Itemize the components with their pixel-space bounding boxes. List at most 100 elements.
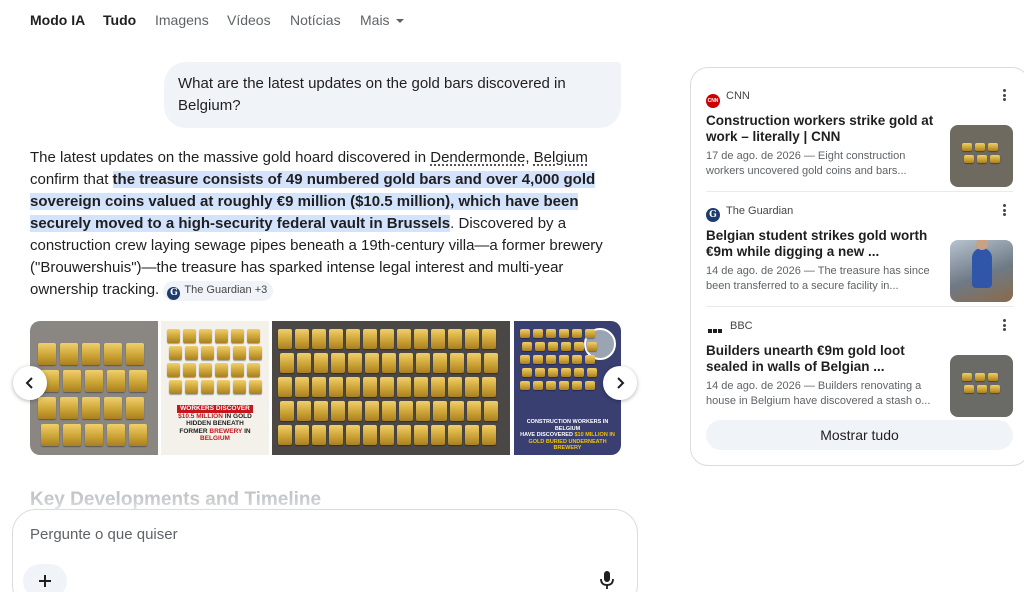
user-query-text: What are the latest updates on the gold … (178, 75, 566, 114)
gold-bar-shape (346, 377, 360, 397)
gold-bar-shape (546, 329, 556, 338)
gold-bar-shape (297, 353, 311, 373)
more-vert-icon[interactable] (998, 318, 1010, 334)
caption-line-4b: BREWERY (209, 427, 243, 435)
source-chip[interactable]: G The Guardian +3 (163, 281, 274, 301)
publisher-name: The Guardian (726, 205, 794, 217)
gold-bar-shape (312, 329, 326, 349)
voice-input-button[interactable] (593, 566, 621, 592)
gold-bar-shape (482, 329, 496, 349)
source-card-guardian[interactable]: G The Guardian Belgian student strikes go… (691, 191, 1024, 306)
caption-line-2: $10.5 MILLION (178, 412, 223, 420)
gold-bar-shape (247, 329, 260, 343)
gold-bar-shape (82, 343, 100, 365)
gold-bar-shape (217, 380, 230, 394)
answer-comma: , (525, 149, 534, 166)
show-all-button[interactable]: Mostrar tudo (706, 420, 1013, 450)
carousel-next-button[interactable] (603, 366, 637, 400)
gold-bar-shape (233, 380, 246, 394)
answer-text-1: The latest updates on the massive gold h… (30, 149, 431, 166)
gold-bar-shape (231, 363, 244, 377)
sources-panel: CNN CNN Construction workers strike gold … (690, 67, 1024, 466)
gold-bar-shape (414, 377, 428, 397)
place-link-belgium[interactable]: Belgium (534, 149, 588, 166)
gold-bar-shape (63, 424, 81, 446)
gold-bar-shape (561, 342, 571, 351)
plus-icon (39, 575, 51, 587)
gold-bar-shape (169, 380, 182, 394)
gold-bars-image-1[interactable] (30, 321, 158, 455)
more-vert-icon[interactable] (998, 203, 1010, 219)
gold-bar-shape (85, 370, 103, 392)
gold-bar-shape (363, 425, 377, 445)
gold-bar-shape (990, 385, 1000, 393)
gold-bar-shape (522, 368, 532, 377)
add-attachment-button[interactable] (23, 564, 67, 592)
image-2-caption: WORKERS DISCOVER $10.5 MILLION IN GOLD H… (161, 405, 269, 443)
source-title[interactable]: Belgian student strikes gold worth €9m w… (706, 228, 934, 260)
gold-bar-shape (329, 377, 343, 397)
gold-bar-shape (380, 329, 394, 349)
tab-images[interactable]: Imagens (155, 12, 209, 28)
caption-line-1: WORKERS DISCOVER (177, 405, 253, 413)
gold-bar-shape (201, 380, 214, 394)
gold-bar-shape (107, 370, 125, 392)
gold-bar-shape (63, 370, 81, 392)
tab-more[interactable]: Mais (360, 12, 404, 28)
source-card-cnn[interactable]: CNN CNN Construction workers strike gold … (691, 76, 1024, 191)
gold-bar-shape (199, 363, 212, 377)
gold-bar-shape (82, 397, 100, 419)
gold-bar-shape (104, 397, 122, 419)
source-thumbnail[interactable] (950, 355, 1013, 417)
gold-bar-shape (278, 329, 292, 349)
gold-bar-shape (331, 401, 345, 421)
tab-videos[interactable]: Vídeos (227, 12, 271, 28)
more-vert-icon[interactable] (998, 88, 1010, 104)
gold-bar-shape (465, 425, 479, 445)
prompt-input[interactable] (30, 526, 530, 543)
gold-bar-shape (126, 343, 144, 365)
gold-bar-shape (215, 329, 228, 343)
gold-bar-shape (314, 353, 328, 373)
gold-bar-shape (312, 377, 326, 397)
cnn-logo-icon: CNN (706, 94, 720, 108)
tab-ai-mode[interactable]: Modo IA (30, 12, 85, 28)
gold-bars-image-3[interactable] (272, 321, 510, 455)
source-publisher: BBC (706, 320, 753, 338)
tab-all[interactable]: Tudo (103, 12, 136, 28)
source-thumbnail[interactable] (950, 240, 1013, 302)
source-snippet: 14 de ago. de 2026 — The treasure has si… (706, 265, 930, 292)
place-link-dendermonde[interactable]: Dendermonde (430, 149, 525, 166)
gold-bar-shape (231, 329, 244, 343)
caption-4-line-3: GOLD BURIED UNDERNEATH BREWERY (528, 438, 607, 452)
gold-bar-shape (38, 343, 56, 365)
gold-bar-shape (433, 401, 447, 421)
gold-bar-shape (964, 385, 974, 393)
carousel-prev-button[interactable] (13, 366, 47, 400)
source-publisher: G The Guardian (706, 205, 793, 222)
gold-bar-shape (346, 329, 360, 349)
source-title[interactable]: Construction workers strike gold at work… (706, 113, 934, 145)
gold-bar-shape (363, 377, 377, 397)
gold-bar-shape (107, 424, 125, 446)
gold-bar-shape (380, 377, 394, 397)
section-heading-key-developments: Key Developments and Timeline (30, 489, 322, 510)
gold-bar-shape (382, 401, 396, 421)
tab-news[interactable]: Notícias (290, 12, 341, 28)
gold-bar-shape (482, 377, 496, 397)
gold-bar-shape (382, 353, 396, 373)
gold-bar-shape (431, 377, 445, 397)
gold-bar-shape (295, 377, 309, 397)
gold-bar-shape (975, 143, 985, 151)
source-thumbnail[interactable] (950, 125, 1013, 187)
gold-bars-news-image-2[interactable]: WORKERS DISCOVER $10.5 MILLION IN GOLD H… (161, 321, 269, 455)
gold-bar-shape (990, 155, 1000, 163)
source-card-bbc[interactable]: BBC Builders unearth €9m gold loot seale… (691, 306, 1024, 421)
gold-bar-shape (41, 424, 59, 446)
caption-line-5: BELGIUM (200, 435, 230, 442)
gold-bar-shape (559, 381, 569, 390)
gold-bar-shape (467, 401, 481, 421)
gold-bar-shape (535, 342, 545, 351)
source-title[interactable]: Builders unearth €9m gold loot sealed in… (706, 343, 934, 375)
gold-bar-shape (533, 381, 543, 390)
